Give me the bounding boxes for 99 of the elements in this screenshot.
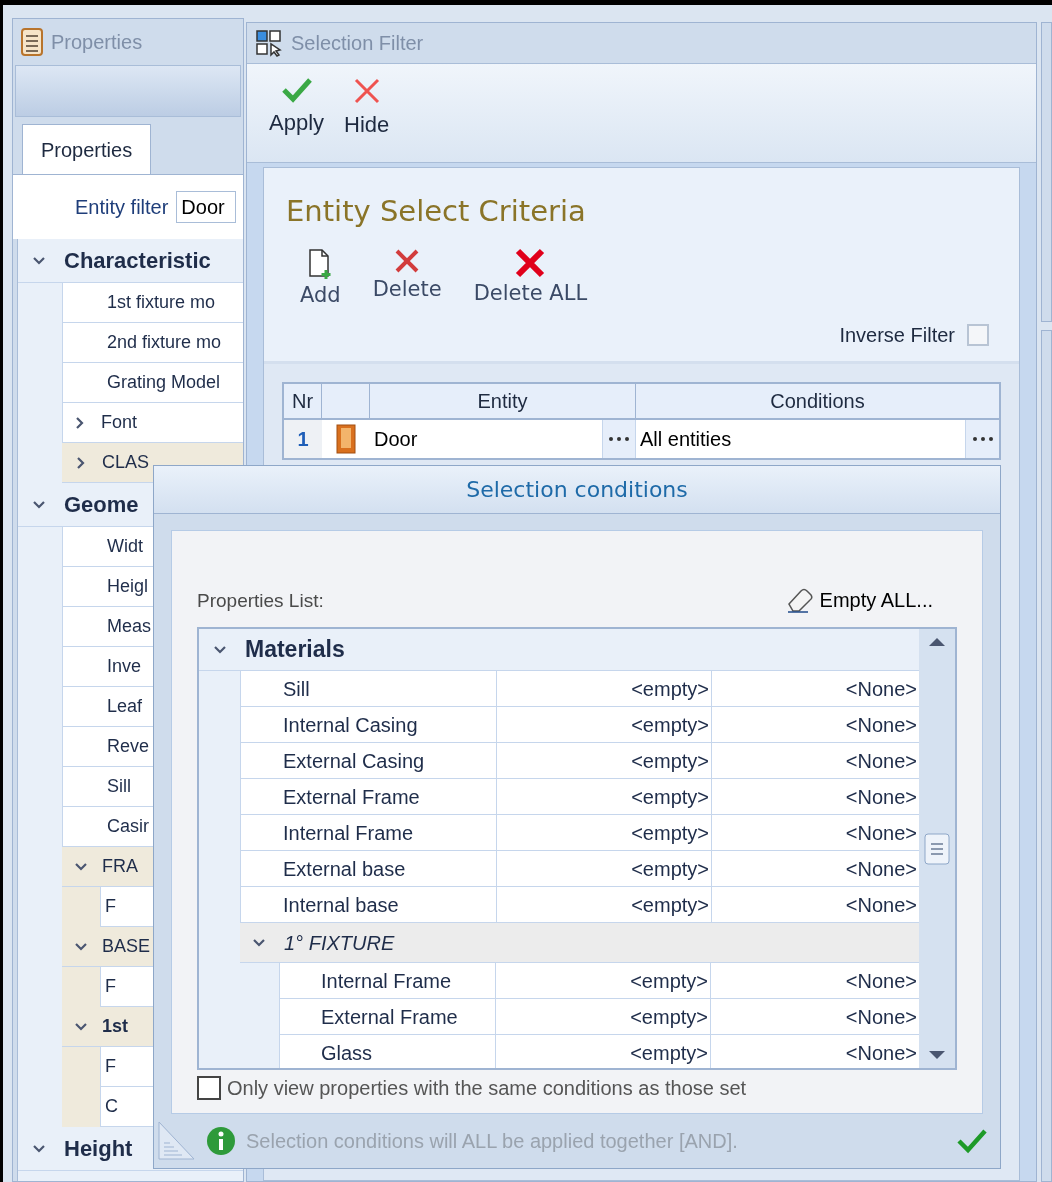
property-name: Sill xyxy=(107,775,131,798)
more-button[interactable] xyxy=(965,420,999,458)
table-cell: <empty> xyxy=(497,743,712,778)
delete-button[interactable]: Delete xyxy=(372,248,442,306)
table-cell-text: <None> xyxy=(844,856,918,882)
ellipsis-icon xyxy=(971,436,994,442)
property-name: Meas xyxy=(107,615,151,638)
entity-filter-field[interactable]: Door xyxy=(176,191,237,223)
group-label: Materials xyxy=(245,635,345,665)
scroll-down-icon[interactable] xyxy=(928,1050,946,1060)
property-name: 1st fixture mo xyxy=(107,291,216,314)
new-document-icon xyxy=(307,248,334,280)
table-cell-text: <None> xyxy=(844,676,918,702)
property-name: External base xyxy=(240,851,497,886)
property-name: Glass xyxy=(279,1035,496,1068)
table-cell-text: <None> xyxy=(844,748,918,774)
property-name: Casir xyxy=(107,815,149,838)
column-header: Conditions xyxy=(769,389,866,414)
list-label: Properties List: xyxy=(197,588,324,613)
property-name: F xyxy=(105,1055,116,1078)
property-name: Inve xyxy=(107,655,142,678)
property-name: Sill xyxy=(240,671,497,706)
category-label: Characteristic xyxy=(64,247,211,275)
section-label: CLAS xyxy=(102,451,150,474)
column-header: Nr xyxy=(284,384,322,418)
info-icon xyxy=(206,1126,236,1156)
property-name: F xyxy=(105,895,116,918)
panel-title: Selection Filter xyxy=(291,31,424,56)
dialog-title: Selection conditions xyxy=(154,466,1000,514)
table-cell: <empty> xyxy=(497,779,712,814)
property-name: External Casing xyxy=(240,743,497,778)
close-icon xyxy=(394,248,421,274)
scrollbar[interactable] xyxy=(919,629,955,1068)
table-cell-text: <None> xyxy=(844,968,918,994)
category-label: Geome xyxy=(64,491,139,519)
property-name: External Frame xyxy=(240,779,497,814)
table-cell-text: <None> xyxy=(844,892,918,918)
property-name: External Frame xyxy=(279,999,496,1034)
check-icon xyxy=(280,76,313,104)
section-title: Entity Select Criteria xyxy=(285,193,587,230)
panel-title: Properties xyxy=(51,30,143,55)
status-message: Selection conditions will ALL be applied together [AND]. xyxy=(246,1129,739,1154)
delete-all-button[interactable]: Delete ALL xyxy=(473,248,588,310)
section-label: 1st xyxy=(102,1015,128,1038)
table-cell-text: All entities xyxy=(639,427,733,452)
table-cell-text: <None> xyxy=(844,820,918,846)
checkbox[interactable] xyxy=(197,1076,221,1100)
scroll-thumb-icon[interactable] xyxy=(924,832,950,865)
door-icon xyxy=(336,424,356,454)
table-cell: <empty> xyxy=(496,999,711,1034)
table-cell: <empty> xyxy=(497,887,712,922)
section-label: BASE xyxy=(102,935,151,958)
table-cell: <empty> xyxy=(497,671,712,706)
property-name: C xyxy=(105,1095,118,1118)
property-name: Internal Frame xyxy=(240,815,497,850)
table-cell: <empty> xyxy=(496,1035,711,1068)
property-name: Grating Model xyxy=(107,371,221,394)
property-name: Leaf xyxy=(107,695,143,718)
scroll-up-icon[interactable] xyxy=(928,637,946,647)
resize-grip-icon[interactable] xyxy=(158,1121,196,1161)
table-cell-text: <None> xyxy=(844,1004,918,1030)
table-cell-text: Door xyxy=(373,427,419,452)
table-cell-text: <None> xyxy=(844,784,918,810)
check-icon xyxy=(956,1127,988,1155)
table-cell: <empty> xyxy=(497,707,712,742)
close-icon xyxy=(515,248,546,278)
table-cell: <empty> xyxy=(497,851,712,886)
properties-tab[interactable]: Properties xyxy=(22,124,152,174)
checkbox-label: Inverse Filter xyxy=(839,322,955,348)
property-name: Reve xyxy=(107,735,150,758)
checkbox-label: Only view properties with the same conditions as those set xyxy=(227,1076,747,1101)
category-label: Height xyxy=(64,1135,133,1163)
table-cell-text: <None> xyxy=(844,712,918,738)
section-label: FRA xyxy=(102,855,138,878)
property-name: Internal Frame xyxy=(279,963,496,998)
property-name: Font xyxy=(101,411,138,434)
property-name: Internal base xyxy=(240,887,497,922)
table-cell: <empty> xyxy=(497,815,712,850)
inverse-filter-checkbox[interactable] xyxy=(967,323,989,346)
property-name: Widt xyxy=(107,535,143,558)
more-button[interactable] xyxy=(602,420,636,458)
property-name: 2nd fixture mo xyxy=(107,331,222,354)
list-icon xyxy=(21,28,43,56)
property-name: Internal Casing xyxy=(240,707,497,742)
table-cell-text: <None> xyxy=(844,1040,918,1066)
property-name: F xyxy=(105,975,116,998)
add-button[interactable]: Add xyxy=(300,248,341,312)
ellipsis-icon xyxy=(608,436,630,442)
row-number: 1 xyxy=(284,420,322,458)
property-name: Heigl xyxy=(107,575,149,598)
selection-icon xyxy=(255,29,283,57)
column-header: Entity xyxy=(370,384,636,418)
apply-button[interactable]: Apply xyxy=(269,76,325,139)
field-label: Entity filter xyxy=(75,195,169,220)
empty-all-button[interactable]: Empty ALL... xyxy=(785,585,933,615)
table-cell: <empty> xyxy=(496,963,711,998)
eraser-icon xyxy=(785,587,814,613)
subgroup-label: 1° FIXTURE xyxy=(284,930,395,956)
hide-button[interactable]: Hide xyxy=(344,76,390,141)
